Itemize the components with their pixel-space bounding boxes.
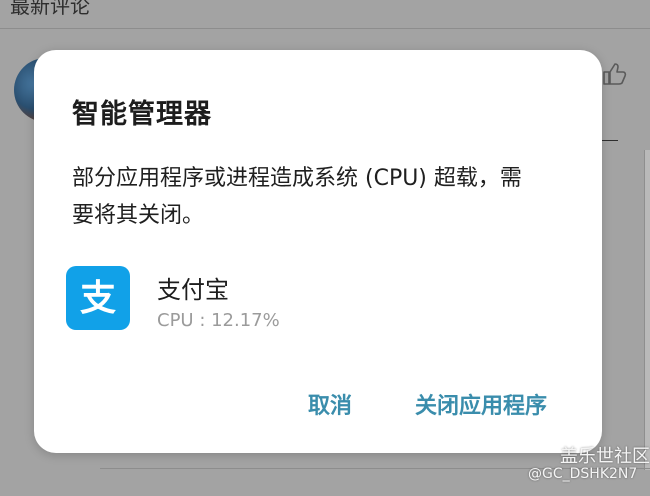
alipay-icon: 支: [66, 266, 130, 330]
cancel-button[interactable]: 取消: [302, 384, 358, 424]
dialog-message: 部分应用程序或进程造成系统 (CPU) 超载，需要将其关闭。: [72, 166, 522, 228]
background-dash: [600, 140, 618, 141]
background-header-text: 最新评论: [10, 0, 90, 18]
scrollbar: [644, 150, 650, 470]
svg-text:支: 支: [80, 278, 116, 319]
app-cpu-usage: CPU : 12.17%: [157, 310, 280, 331]
close-app-button[interactable]: 关闭应用程序: [409, 384, 553, 424]
background-divider: [0, 28, 650, 29]
smart-manager-dialog: 智能管理器 部分应用程序或进程造成系统 (CPU) 超载，需要将其关闭。 支 支…: [34, 50, 602, 453]
app-name: 支付宝: [157, 276, 229, 304]
watermark-brand: 盖乐世社区: [560, 446, 650, 467]
thumbs-up-icon: [600, 60, 628, 88]
app-list-item: 支 支付宝 CPU : 12.17%: [66, 266, 466, 336]
watermark-user: @GC_DSHK2N7: [528, 466, 638, 482]
dialog-title: 智能管理器: [72, 99, 212, 130]
